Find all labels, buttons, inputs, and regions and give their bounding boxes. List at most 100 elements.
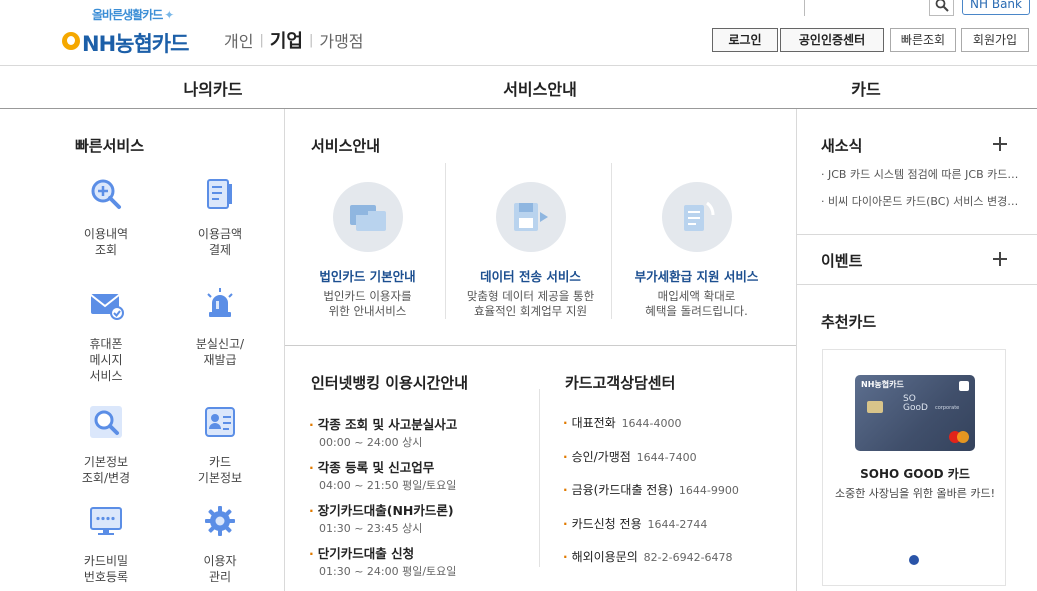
banking-item-title: 각종 조회 및 사고분실사고: [309, 414, 539, 433]
carousel-dot[interactable]: [909, 555, 919, 565]
list-item: 금융(카드대출 전용) 1644-9900: [563, 481, 739, 498]
banking-item-time: 00:00 ~ 24:00 상시: [319, 436, 423, 449]
banking-item-time: 01:30 ~ 24:00 평일/토요일: [319, 565, 457, 578]
service-card-corporate-guide[interactable]: 법인카드 기본안내 법인카드 이용자를 위한 안내서비스: [285, 163, 450, 319]
service-card-desc: 매입세액 확대로 혜택을 돌려드립니다.: [645, 289, 748, 318]
phone-number: 1644-7400: [636, 450, 697, 464]
internet-banking-title: 인터넷뱅킹 이용시간안내: [311, 374, 469, 392]
quick-item-label: 이용금액 결제: [197, 227, 243, 257]
quick-item-label: 카드 기본정보: [197, 455, 243, 485]
banking-item-time: 01:30 ~ 23:45 상시: [319, 522, 423, 535]
service-panel: 서비스안내 법인카드 기본안내 법인카드 이용자를 위한 안내서비스 데이터 전…: [285, 109, 796, 591]
quick-item-label: 휴대폰 메시지 서비스: [89, 337, 123, 383]
segment-business[interactable]: 기업: [270, 27, 303, 53]
refresh-document-icon: [683, 201, 714, 231]
quick-sms-service[interactable]: 휴대폰 메시지 서비스: [56, 286, 156, 384]
news-more-plus-icon[interactable]: [993, 137, 1007, 151]
card-brand: NH농협카드: [861, 380, 904, 389]
phone-number: 1644-4000: [621, 417, 682, 430]
quick-item-label: 이용내역 조회: [83, 227, 129, 257]
news-item[interactable]: JCB 카드 시스템 점검에 따른 JCB 카드 이용 제한 안내: [821, 166, 1021, 182]
list-item: 승인/가맹점 1644-7400: [563, 448, 739, 465]
list-item: 각종 등록 및 신고업무 04:00 ~ 21:50 평일/토요일: [309, 457, 539, 493]
service-card-desc: 법인카드 이용자를 위한 안내서비스: [323, 289, 412, 318]
folder-icon: [349, 205, 386, 231]
service-card-desc: 맞춤형 데이터 제공을 통한 효율적인 회계업무 지원: [466, 289, 595, 318]
quick-basic-info[interactable]: 기본정보 조회/변경: [56, 404, 156, 486]
list-item: 각종 조회 및 사고분실사고 00:00 ~ 24:00 상시: [309, 414, 539, 450]
segment-merchant[interactable]: 가맹점: [319, 28, 363, 52]
news-title: 새소식: [821, 137, 863, 155]
divider: [797, 284, 1037, 285]
nh-bank-link[interactable]: NH Bank: [962, 0, 1030, 15]
service-card-title: 법인카드 기본안내: [319, 269, 416, 284]
phone-number: 1644-2744: [647, 517, 708, 531]
login-button[interactable]: 로그인: [712, 28, 778, 52]
search-icon: [935, 0, 949, 12]
service-icon-bg: [661, 182, 732, 252]
contactless-icon: [959, 381, 969, 391]
envelope-icon: [90, 294, 124, 320]
divider: [445, 163, 446, 319]
divider: [539, 389, 540, 567]
banking-item-title: 각종 등록 및 신고업무: [309, 457, 539, 476]
magnifier-plus-icon: [91, 179, 121, 209]
main-nav: 나의카드 서비스안내 카드: [0, 66, 1037, 109]
card-image[interactable]: NH농협카드 SO GooD corporate: [855, 375, 975, 451]
quick-item-label: 이용자 관리: [203, 554, 237, 584]
segment-nav: 개인 | 기업 | 가맹점: [224, 27, 364, 53]
service-card-title: 부가세환급 지원 서비스: [634, 269, 759, 284]
recommend-title: 추천카드: [821, 313, 877, 331]
floppy-transfer-icon: [513, 203, 548, 231]
divider: [797, 234, 1037, 235]
banking-item-time: 04:00 ~ 21:50 평일/토요일: [319, 479, 457, 492]
event-more-plus-icon[interactable]: [993, 252, 1007, 266]
search-input[interactable]: [805, 0, 929, 17]
banking-hours-list: 각종 조회 및 사고분실사고 00:00 ~ 24:00 상시 각종 등록 및 …: [309, 414, 539, 586]
gear-icon: [205, 506, 235, 536]
list-item: 대표전화 1644-4000: [563, 414, 739, 431]
service-card-vat-refund[interactable]: 부가세환급 지원 서비스 매입세액 확대로 혜택을 돌려드립니다.: [614, 163, 779, 319]
nav-card[interactable]: 카드: [786, 76, 946, 100]
cert-center-button[interactable]: 공인인증센터: [780, 28, 884, 52]
list-item: 카드신청 전용 1644-2744: [563, 515, 739, 532]
side-panel: 새소식 JCB 카드 시스템 점검에 따른 JCB 카드 이용 제한 안내 비씨…: [796, 109, 1037, 591]
service-card-data-transfer[interactable]: 데이터 전송 서비스 맞춤형 데이터 제공을 통한 효율적인 회계업무 지원: [448, 163, 613, 319]
banking-item-title: 장기카드대출(NH카드론): [309, 500, 539, 519]
join-button[interactable]: 회원가입: [961, 28, 1029, 52]
segment-personal[interactable]: 개인: [224, 28, 253, 52]
quick-lookup-button[interactable]: 빠른조회: [890, 28, 956, 52]
quick-card-info[interactable]: 카드 기본정보: [170, 404, 270, 486]
recommend-card-box[interactable]: NH농협카드 SO GooD corporate SOHO GOOD 카드 소중…: [822, 349, 1006, 586]
event-title: 이벤트: [821, 252, 863, 270]
quick-payment[interactable]: 이용금액 결제: [170, 176, 270, 258]
mastercard-icon: [957, 431, 969, 443]
quick-usage-history[interactable]: 이용내역 조회: [56, 176, 156, 258]
phone-label: 대표전화: [571, 416, 616, 430]
phone-label: 금융(카드대출 전용): [571, 483, 674, 497]
quick-loss-report[interactable]: 분실신고/ 재발급: [170, 286, 270, 368]
nav-my-card[interactable]: 나의카드: [133, 76, 293, 100]
banking-item-title: 단기카드대출 신청: [309, 543, 539, 562]
quick-item-label: 분실신고/ 재발급: [195, 337, 245, 367]
news-list: JCB 카드 시스템 점검에 따른 JCB 카드 이용 제한 안내 비씨 다이아…: [821, 166, 1021, 220]
list-item: 단기카드대출 신청 01:30 ~ 24:00 평일/토요일: [309, 543, 539, 579]
logo-tagline: 올바른생활카드 ✦: [92, 8, 174, 22]
quick-card-pin[interactable]: 카드비밀 번호등록: [56, 503, 156, 585]
card-chip-icon: [867, 401, 883, 413]
quick-item-label: 카드비밀 번호등록: [83, 554, 129, 584]
siren-icon: [207, 288, 233, 317]
quick-user-management[interactable]: 이용자 관리: [170, 503, 270, 585]
logo-brand: NH농협카드: [82, 32, 189, 56]
document-icon: [207, 179, 232, 209]
nh-card-logo[interactable]: 올바른생활카드 ✦ NH농협카드: [62, 4, 202, 56]
quick-service-panel: 빠른서비스 이용내역 조회 이용금액 결제 휴대폰 메시지 서비스 분실신고/ …: [0, 109, 285, 591]
card-desc: 소중한 사장님을 위한 올바른 카드!: [834, 487, 996, 500]
nav-service-guide[interactable]: 서비스안내: [460, 76, 620, 100]
phone-label: 해외이용문의: [571, 550, 638, 564]
search-button[interactable]: [929, 0, 953, 16]
segment-divider: |: [308, 32, 314, 48]
news-item[interactable]: 비씨 다이아몬드 카드(BC) 서비스 변경 안내: [821, 193, 1021, 209]
call-center-list: 대표전화 1644-4000 승인/가맹점 1644-7400 금융(카드대출 …: [563, 414, 739, 582]
service-card-title: 데이터 전송 서비스: [480, 269, 581, 284]
